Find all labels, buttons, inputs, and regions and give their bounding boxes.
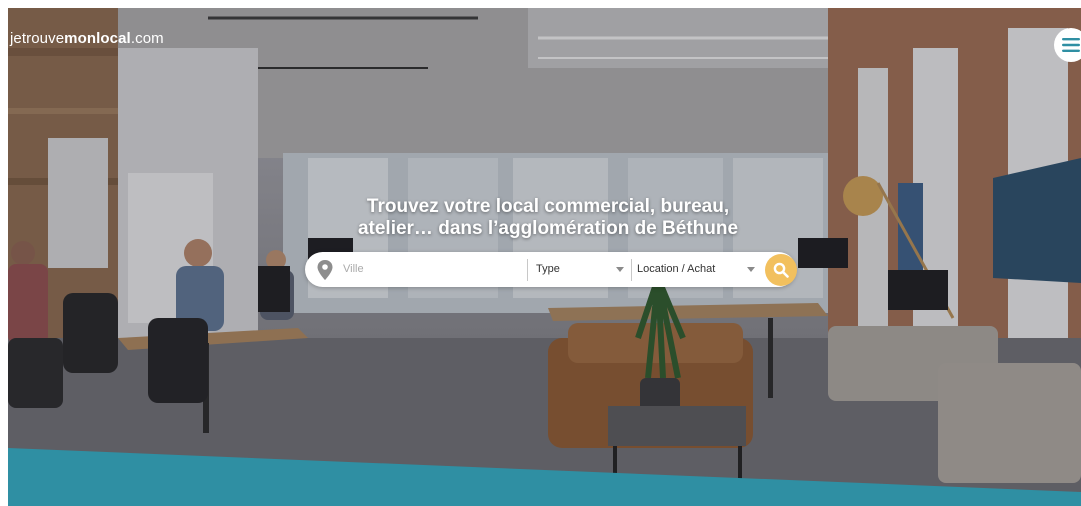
- viewport: jetrouvemonlocal.com Trouvez votre local…: [8, 8, 1081, 506]
- hero-title: Trouvez votre local commercial, bureau, …: [258, 196, 838, 240]
- menu-button[interactable]: [1054, 28, 1081, 62]
- type-select[interactable]: Type: [536, 258, 624, 280]
- site-logo[interactable]: jetrouvemonlocal.com: [10, 30, 164, 47]
- hero-title-line2: atelier… dans l’agglomération de Béthune: [357, 218, 739, 239]
- magnifier-icon: [773, 262, 789, 278]
- logo-text-part1: jetrouve: [10, 30, 65, 47]
- chevron-down-icon: [747, 267, 755, 272]
- hero-title-line1: Trouvez votre local commercial, bureau,: [366, 196, 730, 217]
- ville-input[interactable]: [343, 258, 511, 280]
- search-button[interactable]: [765, 254, 797, 286]
- logo-text-part3: .com: [130, 30, 164, 47]
- logo-text-part2: monlocal: [64, 30, 131, 47]
- transaction-select[interactable]: Location / Achat: [637, 258, 755, 280]
- search-divider-2: [631, 259, 632, 281]
- hamburger-menu-icon: [1062, 38, 1080, 52]
- type-select-value: Type: [536, 263, 560, 275]
- search-divider-1: [527, 259, 528, 281]
- transaction-select-value: Location / Achat: [637, 263, 716, 275]
- search-bar: Type Location / Achat: [305, 252, 797, 287]
- map-pin-icon: [317, 260, 333, 280]
- chevron-down-icon: [616, 267, 624, 272]
